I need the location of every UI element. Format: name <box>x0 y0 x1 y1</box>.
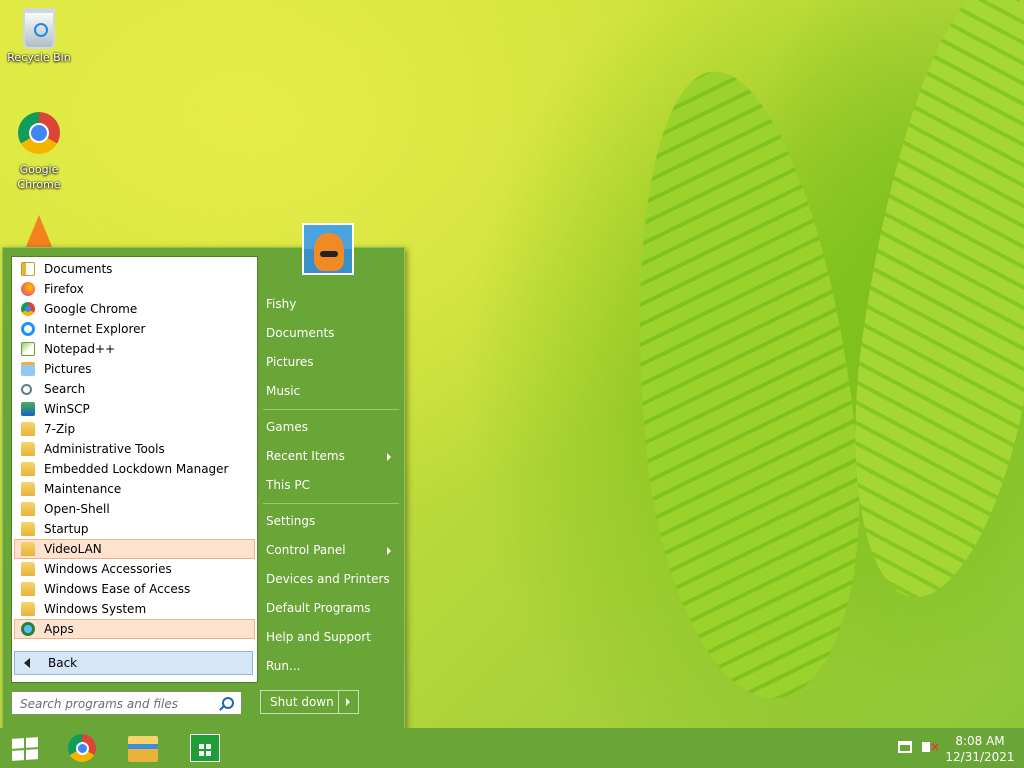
music-link[interactable]: Music <box>266 384 300 398</box>
system-clock[interactable]: 8:08 AM 12/31/2021 <box>940 733 1020 765</box>
firefox-icon <box>21 282 35 296</box>
program-item-embedded-lockdown-manager[interactable]: Embedded Lockdown Manager <box>14 459 255 479</box>
desktop-icon-label: Recycle Bin <box>7 51 71 64</box>
program-item-documents[interactable]: Documents <box>14 259 255 279</box>
clock-date: 12/31/2021 <box>945 750 1015 764</box>
back-button[interactable]: Back <box>14 651 253 675</box>
apps-icon <box>21 622 35 636</box>
search-icon <box>21 383 32 395</box>
menu-separator <box>263 503 399 504</box>
program-item-windows-ease-of-access[interactable]: Windows Ease of Access <box>14 579 255 599</box>
help-and-support-link[interactable]: Help and Support <box>266 630 371 644</box>
program-item-videolan[interactable]: VideoLAN <box>14 539 255 559</box>
vlc-icon <box>25 215 53 249</box>
search-box[interactable] <box>11 691 242 715</box>
folder-icon <box>21 582 35 596</box>
program-item-internet-explorer[interactable]: Internet Explorer <box>14 319 255 339</box>
desktop-icon-vlc[interactable] <box>24 215 54 251</box>
program-item-7zip[interactable]: 7-Zip <box>14 419 255 439</box>
program-item-google-chrome[interactable]: Google Chrome <box>14 299 255 319</box>
folder-icon <box>21 562 35 576</box>
folder-icon <box>21 482 35 496</box>
desktop-icon-label: Google Chrome <box>17 163 61 191</box>
program-item-administrative-tools[interactable]: Administrative Tools <box>14 439 255 459</box>
recent-items-link[interactable]: Recent Items <box>266 449 345 463</box>
internet-explorer-icon <box>21 322 35 336</box>
desktop-icon-recycle-bin[interactable]: Recycle Bin <box>1 8 77 64</box>
control-panel-link[interactable]: Control Panel <box>266 543 346 557</box>
user-avatar[interactable] <box>302 223 354 275</box>
program-item-search[interactable]: Search <box>14 379 255 399</box>
program-item-firefox[interactable]: Firefox <box>14 279 255 299</box>
run-link[interactable]: Run... <box>266 659 300 673</box>
chrome-icon <box>18 112 60 154</box>
winscp-icon <box>21 402 35 416</box>
program-item-maintenance[interactable]: Maintenance <box>14 479 255 499</box>
program-item-startup[interactable]: Startup <box>14 519 255 539</box>
folder-icon <box>21 422 35 436</box>
programs-panel: Documents Firefox Google Chrome Internet… <box>11 256 258 683</box>
user-folder-link[interactable]: Fishy <box>266 297 296 311</box>
devices-and-printers-link[interactable]: Devices and Printers <box>266 572 390 586</box>
menu-separator <box>263 409 399 410</box>
windows-logo-icon <box>12 737 38 761</box>
back-arrow-icon <box>24 658 30 668</box>
shutdown-options-arrow-icon[interactable] <box>346 698 350 706</box>
program-item-open-shell[interactable]: Open-Shell <box>14 499 255 519</box>
search-input[interactable] <box>18 693 217 715</box>
folder-icon <box>21 602 35 616</box>
taskbar-store-icon[interactable] <box>190 734 220 762</box>
program-item-pictures[interactable]: Pictures <box>14 359 255 379</box>
submenu-arrow-icon <box>387 547 391 555</box>
network-icon[interactable] <box>898 741 912 753</box>
documents-link[interactable]: Documents <box>266 326 334 340</box>
volume-muted-icon: × <box>930 740 941 754</box>
settings-link[interactable]: Settings <box>266 514 315 528</box>
folder-icon <box>21 542 35 556</box>
folder-icon <box>21 462 35 476</box>
program-item-apps[interactable]: Apps <box>14 619 255 639</box>
games-link[interactable]: Games <box>266 420 308 434</box>
taskbar-file-explorer-icon[interactable] <box>128 736 158 762</box>
volume-icon[interactable] <box>922 742 930 752</box>
taskbar-chrome-icon[interactable] <box>68 734 96 762</box>
wallpaper-leaf <box>607 60 883 710</box>
start-menu: Documents Firefox Google Chrome Internet… <box>2 223 405 730</box>
program-item-windows-accessories[interactable]: Windows Accessories <box>14 559 255 579</box>
desktop-icon-google-chrome[interactable]: Google Chrome <box>1 112 77 192</box>
recycle-bin-icon <box>23 8 55 49</box>
search-icon[interactable] <box>222 697 234 709</box>
this-pc-link[interactable]: This PC <box>266 478 310 492</box>
folder-icon <box>21 442 35 456</box>
program-item-windows-system[interactable]: Windows System <box>14 599 255 619</box>
notepadpp-icon <box>21 342 35 356</box>
programs-list: Documents Firefox Google Chrome Internet… <box>12 257 257 639</box>
clock-time: 8:08 AM <box>955 734 1005 748</box>
pictures-link[interactable]: Pictures <box>266 355 314 369</box>
program-item-winscp[interactable]: WinSCP <box>14 399 255 419</box>
start-button[interactable] <box>0 728 48 768</box>
chrome-icon <box>21 302 35 316</box>
folder-icon <box>21 522 35 536</box>
folder-icon <box>21 502 35 516</box>
program-item-notepadpp[interactable]: Notepad++ <box>14 339 255 359</box>
shutdown-button[interactable]: Shut down <box>260 690 359 714</box>
default-programs-link[interactable]: Default Programs <box>266 601 371 615</box>
submenu-arrow-icon <box>387 453 391 461</box>
documents-icon <box>21 262 35 276</box>
pictures-icon <box>21 362 35 376</box>
